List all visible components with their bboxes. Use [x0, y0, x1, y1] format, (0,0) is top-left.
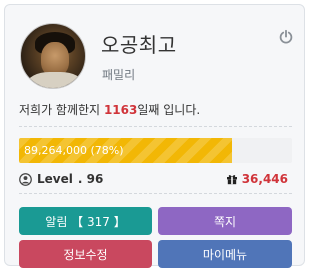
gift-icon	[226, 175, 237, 185]
points-value: 36,446	[241, 172, 288, 186]
power-icon[interactable]	[278, 29, 294, 45]
together-prefix: 저희가 함께한지	[19, 103, 101, 117]
level-value: . 96	[77, 172, 104, 186]
points-info: 36,446	[226, 172, 288, 186]
together-days: 1163	[103, 103, 138, 117]
level-label: Level	[37, 172, 73, 186]
edit-info-button[interactable]: 정보수정	[19, 240, 152, 268]
username: 오공최고	[101, 33, 177, 57]
experience-bar: 89,264,000 (78%)	[19, 138, 292, 163]
together-suffix: 일째 입니다.	[137, 103, 201, 117]
level-info: Level . 96	[19, 172, 103, 186]
note-button[interactable]: 쪽지	[158, 207, 292, 235]
avatar-face	[41, 42, 69, 76]
divider	[19, 193, 292, 194]
user-icon	[19, 172, 32, 186]
avatar[interactable]	[20, 23, 86, 89]
divider	[19, 126, 292, 127]
avatar-body	[27, 72, 83, 88]
member-panel: 오공최고 패밀리 저희가 함께한지 1163일째 입니다. 89,264,000…	[4, 4, 305, 268]
my-menu-button[interactable]: 마이메뉴	[158, 240, 292, 268]
member-grade: 패밀리	[102, 68, 136, 82]
together-message: 저희가 함께한지 1163일째 입니다.	[19, 101, 200, 118]
experience-label: 89,264,000 (78%)	[24, 144, 124, 157]
alarm-button[interactable]: 알림 【 317 】	[19, 207, 152, 235]
experience-bar-fill: 89,264,000 (78%)	[19, 138, 232, 163]
